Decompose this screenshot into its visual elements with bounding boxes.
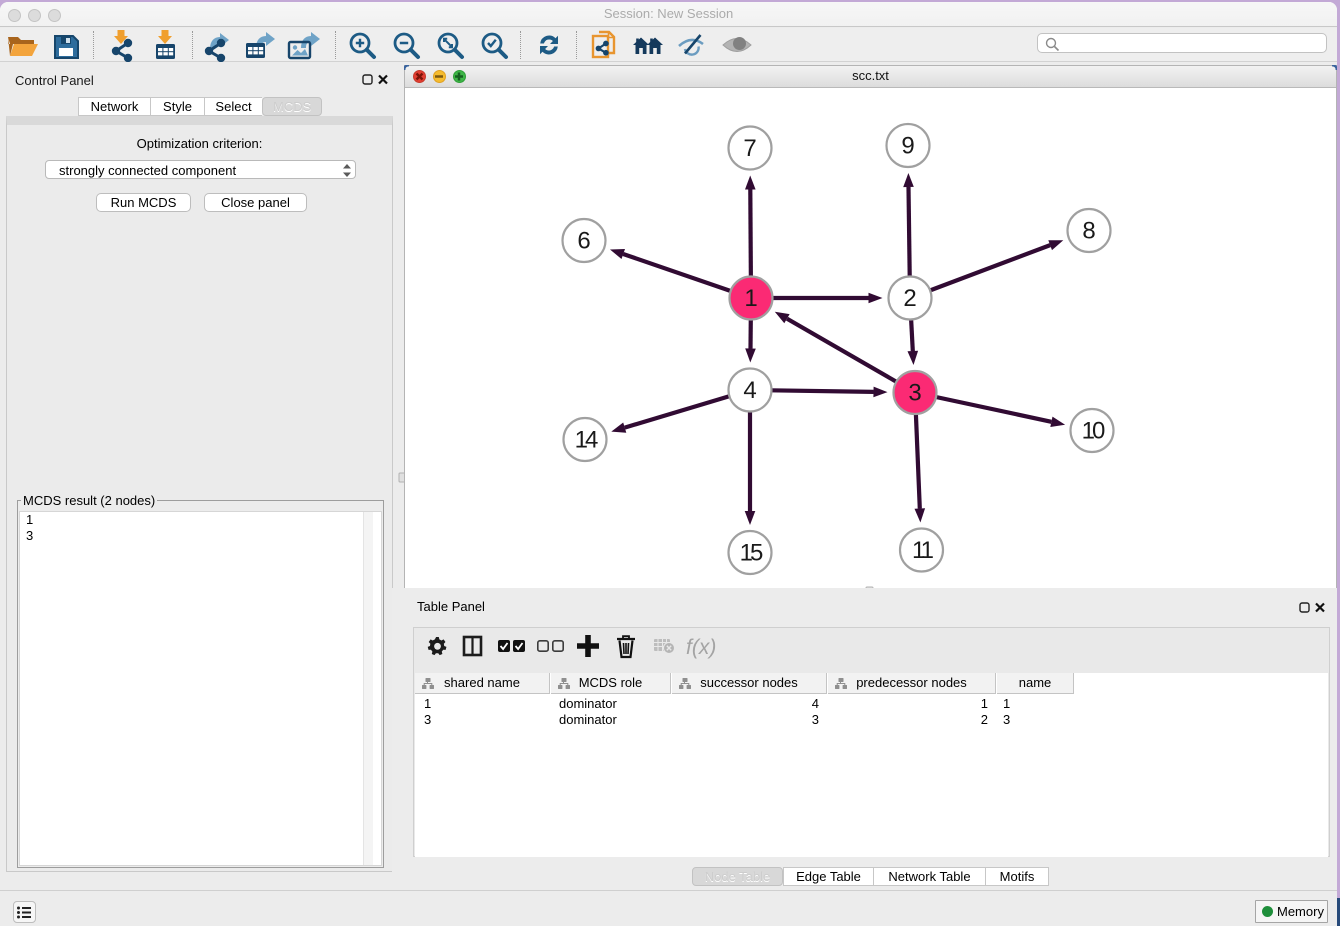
svg-text:9: 9 — [901, 133, 914, 160]
svg-text:8: 8 — [1082, 218, 1095, 245]
svg-text:10: 10 — [1082, 418, 1105, 445]
svg-text:6: 6 — [577, 228, 590, 255]
svg-text:3: 3 — [908, 380, 921, 407]
svg-text:14: 14 — [575, 427, 598, 454]
svg-text:11: 11 — [912, 537, 934, 564]
svg-text:15: 15 — [740, 540, 763, 567]
svg-text:2: 2 — [903, 285, 916, 312]
svg-text:7: 7 — [743, 135, 756, 162]
svg-text:f(x): f(x) — [686, 636, 716, 659]
svg-text:1: 1 — [744, 285, 757, 312]
svg-text:4: 4 — [743, 377, 756, 404]
